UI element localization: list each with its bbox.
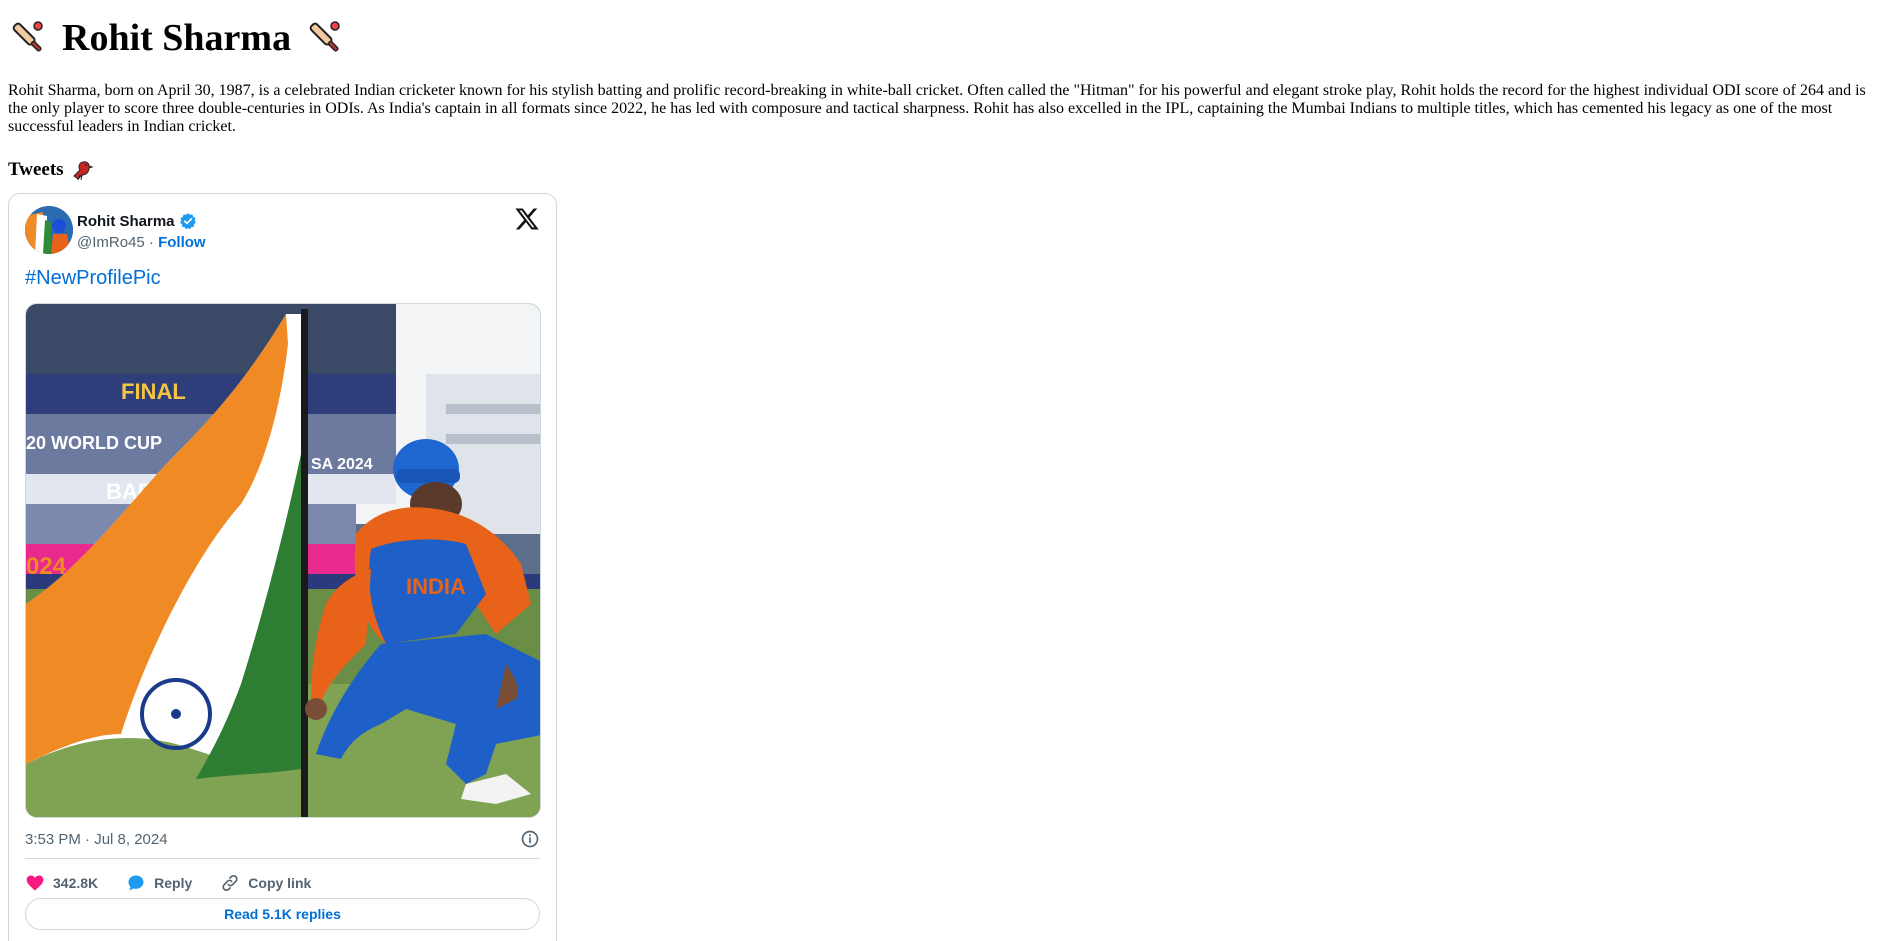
author-name-row[interactable]: Rohit Sharma xyxy=(77,212,197,230)
page-title: Rohit Sharma xyxy=(62,17,292,59)
heart-icon xyxy=(26,875,44,891)
cricket-bat-icon xyxy=(12,21,43,52)
copy-link-button[interactable]: Copy link xyxy=(220,873,311,893)
page: Rohit Sharma Rohit Sharma, born on April… xyxy=(0,0,1896,941)
tweet-card[interactable]: Rohit Sharma @ImRo45 · Follow #NewProfil… xyxy=(8,193,557,941)
reply-bubble-icon xyxy=(128,875,144,891)
svg-text:FINAL: FINAL xyxy=(121,379,186,404)
author-handle[interactable]: @ImRo45 xyxy=(77,234,145,251)
svg-text:20 WORLD CUP: 20 WORLD CUP xyxy=(26,433,162,453)
like-count: 342.8K xyxy=(53,875,99,891)
handle-row: @ImRo45 · Follow xyxy=(77,234,206,251)
like-button[interactable]: 342.8K xyxy=(25,873,98,893)
profile-photo-illustration: FINAL 20 WORLD CUP SA 2024 BAR 024 INDIA xyxy=(26,304,540,817)
handle-separator: · xyxy=(144,234,159,251)
svg-text:024: 024 xyxy=(26,553,67,580)
svg-text:SA 2024: SA 2024 xyxy=(311,456,373,473)
tweet-media-image[interactable]: FINAL 20 WORLD CUP SA 2024 BAR 024 INDIA xyxy=(25,303,541,818)
tweet-divider xyxy=(25,858,540,859)
tweet-header: Rohit Sharma @ImRo45 · Follow xyxy=(25,206,540,256)
reply-label: Reply xyxy=(154,875,193,891)
info-icon[interactable] xyxy=(520,829,540,849)
cricket-bat-icon xyxy=(309,21,340,52)
bird-icon xyxy=(72,161,94,181)
tweet-actions: 342.8K Reply Copy link xyxy=(25,867,311,899)
page-title-heading: Rohit Sharma xyxy=(8,0,1888,62)
svg-text:INDIA: INDIA xyxy=(406,574,466,599)
tweets-heading-label: Tweets xyxy=(8,159,64,180)
tweet-timestamp[interactable]: 3:53 PM · Jul 8, 2024 xyxy=(25,831,168,848)
avatar[interactable] xyxy=(25,206,73,254)
bio-paragraph: Rohit Sharma, born on April 30, 1987, is… xyxy=(8,82,1866,135)
tweet-hashtag-link[interactable]: #NewProfilePic xyxy=(25,267,161,290)
verified-badge-icon xyxy=(179,213,196,230)
link-icon xyxy=(222,874,238,892)
avatar-image xyxy=(25,206,73,254)
tweets-heading: Tweets xyxy=(8,158,1888,182)
read-replies-button[interactable]: Read 5.1K replies xyxy=(25,898,540,930)
author-name[interactable]: Rohit Sharma xyxy=(77,213,175,230)
x-logo-icon[interactable] xyxy=(514,206,540,232)
follow-button[interactable]: Follow xyxy=(158,234,206,251)
reply-button[interactable]: Reply xyxy=(126,873,192,893)
copy-link-label: Copy link xyxy=(248,875,312,891)
timestamp-row: 3:53 PM · Jul 8, 2024 xyxy=(25,827,540,851)
